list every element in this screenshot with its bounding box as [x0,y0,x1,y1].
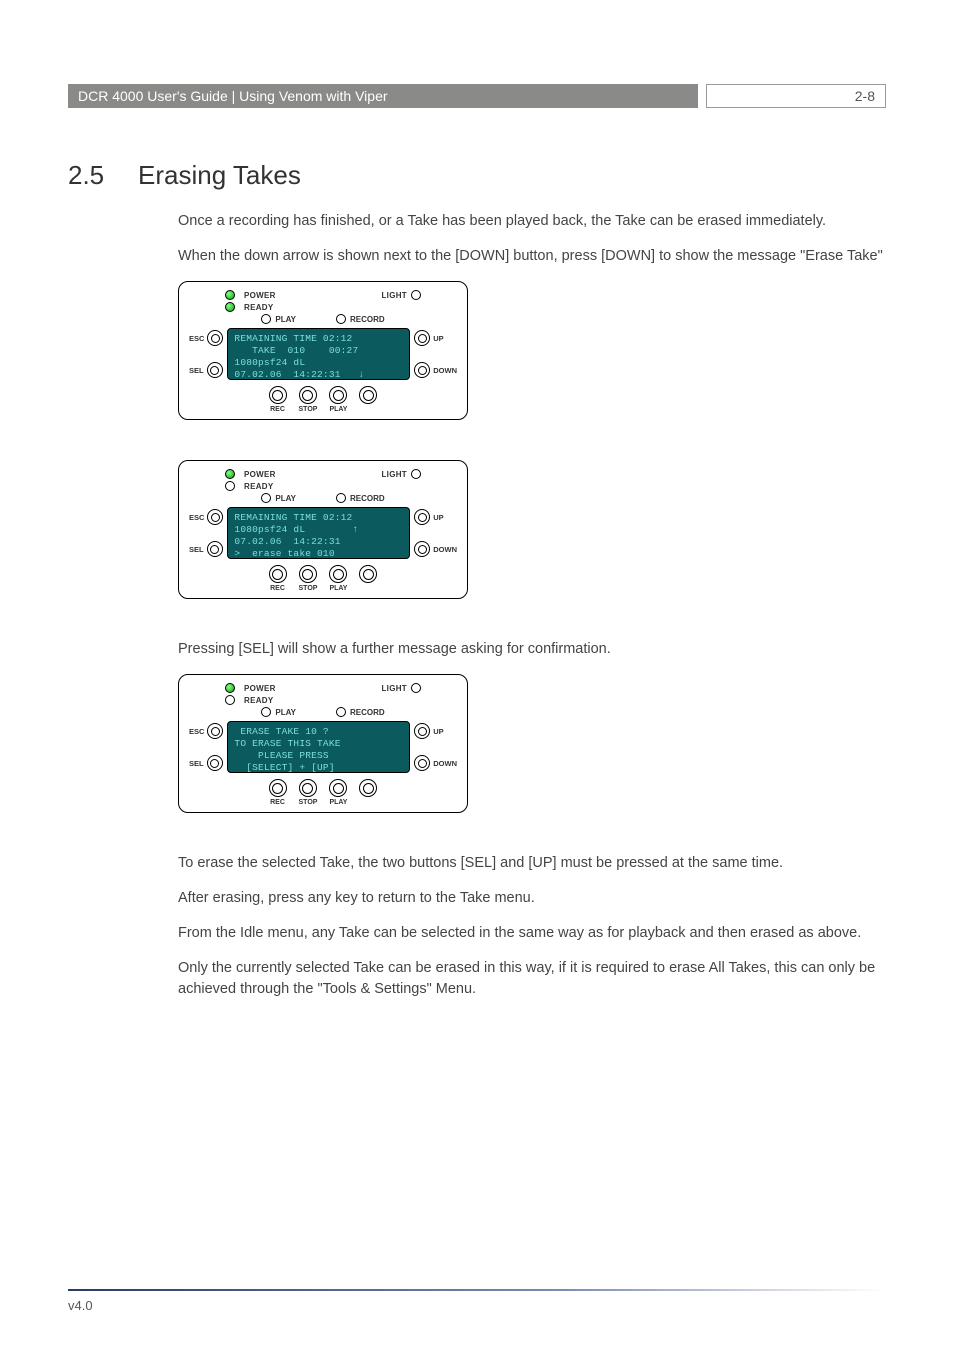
section-number: 2.5 [68,160,138,191]
up-label: UP [433,334,443,343]
sel-button[interactable] [207,362,223,378]
esc-label: ESC [189,727,204,736]
light-led [411,683,421,693]
play-button[interactable] [329,779,347,797]
sel-button[interactable] [207,755,223,771]
down-label: DOWN [433,759,457,768]
play-label: PLAY [275,315,296,324]
power-led [225,469,235,479]
up-label: UP [433,727,443,736]
play-label: PLAY [275,494,296,503]
page-number: 2-8 [706,84,886,108]
up-button[interactable] [414,330,430,346]
light-led [411,290,421,300]
record-label: RECORD [350,315,385,324]
rec-button[interactable] [269,779,287,797]
lcd-screen: REMAINING TIME 02:12 TAKE 010 00:27 1080… [227,328,410,380]
paragraph: Once a recording has finished, or a Take… [178,211,886,232]
header-breadcrumb: DCR 4000 User's Guide | Using Venom with… [68,84,698,108]
paragraph: To erase the selected Take, the two butt… [178,853,886,874]
esc-button[interactable] [207,723,223,739]
down-label: DOWN [433,366,457,375]
power-label: POWER [244,291,276,300]
blank-button[interactable] [359,779,377,797]
section-title: Erasing Takes [138,160,301,191]
down-button[interactable] [414,541,430,557]
play-led [261,707,271,717]
ready-led [225,695,235,705]
sel-label: SEL [189,366,204,375]
up-label: UP [433,513,443,522]
down-button[interactable] [414,362,430,378]
power-label: POWER [244,470,276,479]
up-button[interactable] [414,723,430,739]
record-label: RECORD [350,708,385,717]
footer-rule [68,1289,886,1291]
play-btn-label: PLAY [329,585,347,592]
rec-label: REC [270,585,285,592]
paragraph: When the down arrow is shown next to the… [178,246,886,267]
down-button[interactable] [414,755,430,771]
stop-label: STOP [299,406,318,413]
play-button[interactable] [329,386,347,404]
sel-button[interactable] [207,541,223,557]
stop-button[interactable] [299,565,317,583]
device-panel: POWER LIGHT READY PLAY RECORD ESC SEL RE… [178,281,468,420]
power-led [225,290,235,300]
rec-button[interactable] [269,565,287,583]
record-led [336,493,346,503]
play-btn-label: PLAY [329,406,347,413]
play-button[interactable] [329,565,347,583]
record-label: RECORD [350,494,385,503]
record-led [336,707,346,717]
esc-button[interactable] [207,509,223,525]
paragraph: Pressing [SEL] will show a further messa… [178,639,886,660]
power-label: POWER [244,684,276,693]
ready-label: READY [244,303,274,312]
blank-button[interactable] [359,386,377,404]
blank-button[interactable] [359,565,377,583]
esc-label: ESC [189,334,204,343]
lcd-screen: REMAINING TIME 02:12 1080psf24 dL ↑ 07.0… [227,507,410,559]
up-button[interactable] [414,509,430,525]
light-label: LIGHT [382,470,408,479]
paragraph: After erasing, press any key to return t… [178,888,886,909]
power-led [225,683,235,693]
sel-label: SEL [189,545,204,554]
paragraph: Only the currently selected Take can be … [178,958,886,1000]
esc-button[interactable] [207,330,223,346]
device-panel: POWER LIGHT READY PLAY RECORD ESC SEL ER… [178,674,468,813]
section-heading: 2.5 Erasing Takes [68,160,886,191]
rec-button[interactable] [269,386,287,404]
play-btn-label: PLAY [329,799,347,806]
record-led [336,314,346,324]
rec-label: REC [270,406,285,413]
light-label: LIGHT [382,684,408,693]
paragraph: From the Idle menu, any Take can be sele… [178,923,886,944]
stop-label: STOP [299,799,318,806]
stop-label: STOP [299,585,318,592]
rec-label: REC [270,799,285,806]
ready-led [225,302,235,312]
ready-label: READY [244,696,274,705]
sel-label: SEL [189,759,204,768]
stop-button[interactable] [299,386,317,404]
page-header: DCR 4000 User's Guide | Using Venom with… [68,84,886,108]
footer-version: v4.0 [68,1298,93,1313]
light-label: LIGHT [382,291,408,300]
stop-button[interactable] [299,779,317,797]
play-led [261,314,271,324]
down-label: DOWN [433,545,457,554]
ready-led [225,481,235,491]
device-panel: POWER LIGHT READY PLAY RECORD ESC SEL RE… [178,460,468,599]
esc-label: ESC [189,513,204,522]
play-led [261,493,271,503]
light-led [411,469,421,479]
ready-label: READY [244,482,274,491]
play-label: PLAY [275,708,296,717]
lcd-screen: ERASE TAKE 10 ? TO ERASE THIS TAKE PLEAS… [227,721,410,773]
